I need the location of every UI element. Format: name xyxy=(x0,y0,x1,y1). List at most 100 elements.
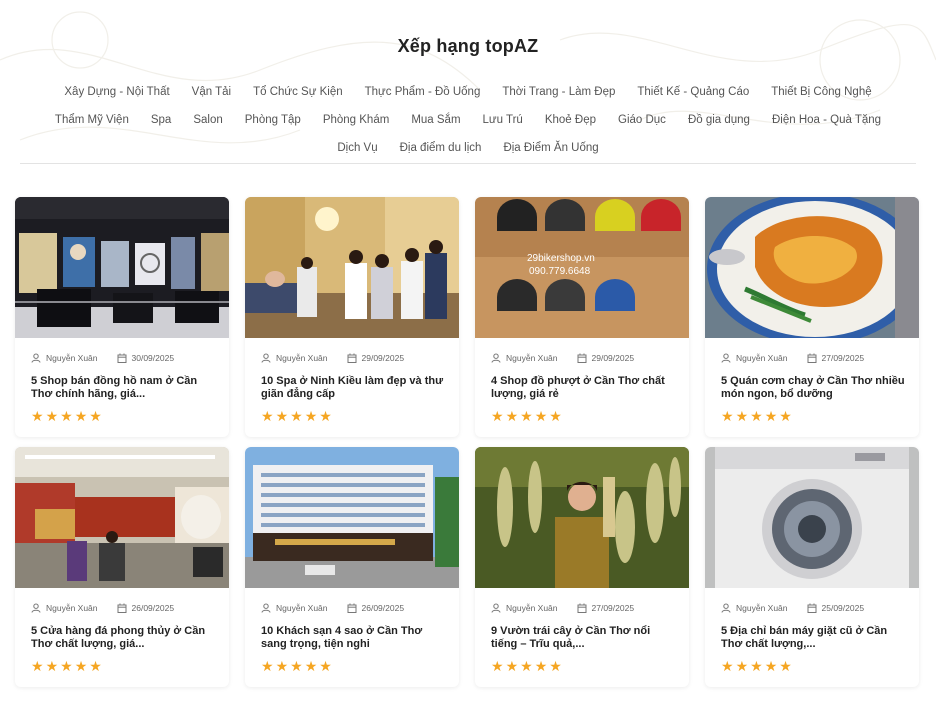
star-icon: ★ xyxy=(520,408,533,424)
category-link[interactable]: Phòng Khám xyxy=(312,112,401,129)
category-link[interactable]: Mua Sắm xyxy=(400,112,471,129)
article-card[interactable]: Nguyễn Xuân 26/09/2025 10 Khách sạn 4 sa… xyxy=(245,447,459,687)
article-meta: Nguyễn Xuân 29/09/2025 xyxy=(245,338,459,363)
article-card[interactable]: Nguyễn Xuân 27/09/2025 9 Vườn trái cây ở… xyxy=(475,447,689,687)
star-icon: ★ xyxy=(735,408,749,424)
article-card[interactable]: Nguyễn Xuân 27/09/2025 5 Quán cơm chay ở… xyxy=(705,197,919,437)
article-card[interactable]: Nguyễn Xuân 26/09/2025 5 Cửa hàng đá pho… xyxy=(15,447,229,687)
article-date: 26/09/2025 xyxy=(361,603,405,613)
article-author: Nguyễn Xuân xyxy=(46,353,98,363)
category-link[interactable]: Thời Trang - Làm Đẹp xyxy=(491,84,626,101)
star-icon: ★ xyxy=(549,658,562,674)
category-nav: Xây Dựng - Nội Thất Vận Tải Tổ Chức Sự K… xyxy=(20,84,916,157)
star-icon: ★ xyxy=(45,658,59,674)
article-card[interactable]: Nguyễn Xuân 29/09/2025 10 Spa ở Ninh Kiề… xyxy=(245,197,459,437)
helmet-shop-phone: 090.779.6648 xyxy=(529,266,591,277)
user-icon xyxy=(721,603,731,613)
hotel-photo[interactable] xyxy=(245,447,459,588)
category-link[interactable]: Tổ Chức Sự Kiện xyxy=(242,84,354,101)
article-title[interactable]: 4 Shop đồ phượt ở Cần Thơ chất lượng, gi… xyxy=(475,363,689,403)
rating-stars: ★ ★ ★ ★ ★ xyxy=(15,403,229,423)
article-title[interactable]: 5 Cửa hàng đá phong thủy ở Cần Thơ chất … xyxy=(15,613,229,653)
star-icon: ★ xyxy=(74,408,88,424)
feng-shui-store-photo[interactable] xyxy=(15,447,229,588)
category-link[interactable]: Địa Điểm Ăn Uống xyxy=(492,140,609,157)
page-title: Xếp hạng topAZ xyxy=(397,36,539,56)
user-icon xyxy=(261,353,271,363)
category-link[interactable]: Thực Phẩm - Đồ Uống xyxy=(354,84,492,101)
article-title[interactable]: 5 Địa chỉ bán máy giặt cũ ở Cần Thơ chất… xyxy=(705,613,919,653)
article-card[interactable]: Nguyễn Xuân 25/09/2025 5 Địa chỉ bán máy… xyxy=(705,447,919,687)
article-date: 25/09/2025 xyxy=(821,603,865,613)
star-icon: ★ xyxy=(304,408,318,424)
star-icon: ★ xyxy=(534,658,548,674)
calendar-icon xyxy=(807,603,817,613)
category-link[interactable]: Thiết Kế - Quảng Cáo xyxy=(626,84,760,101)
star-icon: ★ xyxy=(304,658,318,674)
star-icon: ★ xyxy=(31,658,44,674)
star-icon: ★ xyxy=(319,658,332,674)
star-icon: ★ xyxy=(290,658,303,674)
article-author: Nguyễn Xuân xyxy=(276,353,328,363)
article-meta: Nguyễn Xuân 25/09/2025 xyxy=(705,588,919,613)
category-link[interactable]: Địa điểm du lịch xyxy=(389,140,493,157)
article-card[interactable]: 29bikershop.vn 090.779.6648 Nguyễn Xuân … xyxy=(475,197,689,437)
article-author: Nguyễn Xuân xyxy=(46,603,98,613)
star-icon: ★ xyxy=(491,408,504,424)
category-link[interactable]: Thiết Bị Công Nghệ xyxy=(760,84,882,101)
article-title[interactable]: 5 Shop bán đồng hồ nam ở Cần Thơ chính h… xyxy=(15,363,229,403)
category-link[interactable]: Spa xyxy=(140,112,182,129)
calendar-icon xyxy=(577,353,587,363)
rating-stars: ★ ★ ★ ★ ★ xyxy=(245,403,459,423)
calendar-icon xyxy=(347,353,357,363)
rating-stars: ★ ★ ★ ★ ★ xyxy=(245,653,459,673)
star-icon: ★ xyxy=(721,408,734,424)
star-icon: ★ xyxy=(764,408,778,424)
star-icon: ★ xyxy=(60,408,73,424)
star-icon: ★ xyxy=(290,408,303,424)
calendar-icon xyxy=(807,353,817,363)
article-author: Nguyễn Xuân xyxy=(276,603,328,613)
star-icon: ★ xyxy=(261,408,274,424)
rating-stars: ★ ★ ★ ★ ★ xyxy=(475,403,689,423)
category-link[interactable]: Dịch Vụ xyxy=(326,140,388,157)
article-title[interactable]: 9 Vườn trái cây ở Cần Thơ nổi tiếng – Tr… xyxy=(475,613,689,653)
article-title[interactable]: 10 Spa ở Ninh Kiều làm đẹp và thư giãn đ… xyxy=(245,363,459,403)
helmet-shop-url: 29bikershop.vn xyxy=(527,253,595,264)
spa-photo[interactable] xyxy=(245,197,459,338)
article-card[interactable]: Nguyễn Xuân 30/09/2025 5 Shop bán đồng h… xyxy=(15,197,229,437)
category-link[interactable]: Đồ gia dụng xyxy=(677,112,761,129)
article-title[interactable]: 5 Quán cơm chay ở Cần Thơ nhiều món ngon… xyxy=(705,363,919,403)
star-icon: ★ xyxy=(520,658,533,674)
user-icon xyxy=(31,603,41,613)
article-meta: Nguyễn Xuân 27/09/2025 xyxy=(705,338,919,363)
star-icon: ★ xyxy=(31,408,44,424)
category-link[interactable]: Thẩm Mỹ Viện xyxy=(44,112,140,129)
calendar-icon xyxy=(117,353,127,363)
fruit-garden-photo[interactable] xyxy=(475,447,689,588)
washing-machine-photo[interactable] xyxy=(705,447,919,588)
star-icon: ★ xyxy=(505,658,519,674)
category-link[interactable]: Salon xyxy=(182,112,233,129)
star-icon: ★ xyxy=(721,658,734,674)
vegetarian-rice-photo[interactable] xyxy=(705,197,919,338)
star-icon: ★ xyxy=(549,408,562,424)
helmet-shop-photo[interactable]: 29bikershop.vn 090.779.6648 xyxy=(475,197,689,338)
category-link[interactable]: Phòng Tập xyxy=(234,112,312,129)
star-icon: ★ xyxy=(491,658,504,674)
category-link[interactable]: Xây Dựng - Nội Thất xyxy=(53,84,180,101)
category-link[interactable]: Điện Hoa - Quà Tặng xyxy=(761,112,892,129)
user-icon xyxy=(261,603,271,613)
star-icon: ★ xyxy=(505,408,519,424)
article-date: 30/09/2025 xyxy=(131,353,175,363)
category-link[interactable]: Khoẻ Đẹp xyxy=(534,112,607,129)
star-icon: ★ xyxy=(74,658,88,674)
star-icon: ★ xyxy=(319,408,332,424)
category-link[interactable]: Lưu Trú xyxy=(472,112,534,129)
star-icon: ★ xyxy=(764,658,778,674)
article-author: Nguyễn Xuân xyxy=(736,353,788,363)
category-link[interactable]: Giáo Dục xyxy=(607,112,677,129)
category-link[interactable]: Vận Tải xyxy=(181,84,242,101)
watch-store-photo[interactable] xyxy=(15,197,229,338)
article-title[interactable]: 10 Khách sạn 4 sao ở Cần Thơ sang trọng,… xyxy=(245,613,459,653)
